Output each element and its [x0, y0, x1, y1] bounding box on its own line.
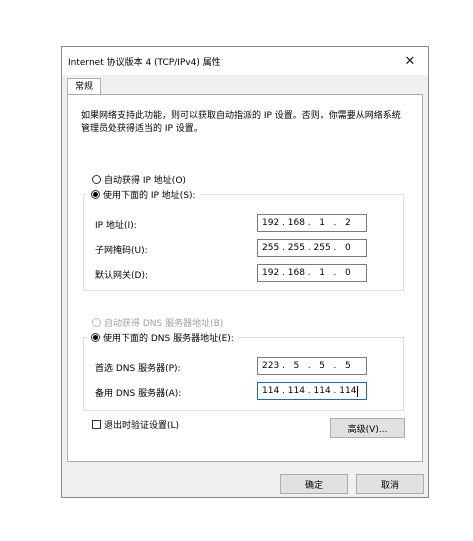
ip-address-value: 192 . 168 . 1 . 2 [262, 218, 351, 228]
radio-manual-ip[interactable]: 使用下面的 IP 地址(S): [87, 188, 200, 201]
preferred-dns-input[interactable]: 223 . 5 . 5 . 5 [257, 357, 367, 375]
close-icon[interactable]: ✕ [392, 47, 428, 75]
validate-on-exit-checkbox[interactable] [92, 420, 101, 429]
radio-auto-dns-button [92, 318, 101, 327]
tab-general[interactable]: 常规 [67, 78, 102, 95]
cancel-button[interactable]: 取消 [356, 474, 424, 494]
subnet-mask-label: 子网掩码(U): [95, 246, 148, 256]
default-gateway-value: 192 . 168 . 1 . 0 [262, 268, 351, 278]
default-gateway-input[interactable]: 192 . 168 . 1 . 0 [257, 264, 367, 282]
text-caret [357, 385, 359, 397]
preferred-dns-label: 首选 DNS 服务器(P): [95, 364, 181, 374]
radio-manual-dns-button[interactable] [91, 333, 100, 342]
title-bar: Internet 协议版本 4 (TCP/IPv4) 属性 ✕ [62, 47, 428, 75]
advanced-button[interactable]: 高级(V)... [330, 418, 405, 438]
radio-auto-ip-label: 自动获得 IP 地址(O) [104, 176, 186, 186]
radio-auto-dns: 自动获得 DNS 服务器地址(B) [92, 316, 223, 329]
alternate-dns-input[interactable]: 114 . 114 . 114 . 114 [257, 382, 367, 400]
radio-manual-dns[interactable]: 使用下面的 DNS 服务器地址(E): [87, 331, 238, 344]
description-text: 如果网络支持此功能，则可以获取自动指派的 IP 设置。否则，你需要从网络系统管理… [81, 111, 401, 134]
alternate-dns-value: 114 . 114 . 114 . 114 [262, 386, 357, 396]
ip-address-input[interactable]: 192 . 168 . 1 . 2 [257, 214, 367, 232]
radio-manual-dns-label: 使用下面的 DNS 服务器地址(E): [103, 334, 234, 344]
ip-address-label: IP 地址(I): [95, 221, 137, 231]
radio-auto-ip-button[interactable] [92, 175, 101, 184]
tab-strip: 常规 [62, 75, 428, 95]
subnet-mask-input[interactable]: 255 . 255 . 255 . 0 [257, 239, 367, 257]
alternate-dns-label: 备用 DNS 服务器(A): [95, 389, 182, 399]
subnet-mask-value: 255 . 255 . 255 . 0 [262, 243, 351, 253]
general-panel: 如果网络支持此功能，则可以获取自动指派的 IP 设置。否则，你需要从网络系统管理… [67, 94, 423, 462]
radio-auto-dns-label: 自动获得 DNS 服务器地址(B) [104, 319, 224, 329]
radio-manual-ip-button[interactable] [91, 190, 100, 199]
radio-manual-ip-label: 使用下面的 IP 地址(S): [103, 191, 196, 201]
validate-on-exit-label: 退出时验证设置(L) [104, 421, 180, 431]
validate-on-exit[interactable]: 退出时验证设置(L) [92, 418, 179, 431]
ok-button[interactable]: 确定 [280, 474, 348, 494]
default-gateway-label: 默认网关(D): [95, 271, 148, 281]
window-title: Internet 协议版本 4 (TCP/IPv4) 属性 [68, 58, 221, 68]
tcpipv4-properties-dialog: Internet 协议版本 4 (TCP/IPv4) 属性 ✕ 常规 如果网络支… [61, 46, 429, 498]
preferred-dns-value: 223 . 5 . 5 . 5 [262, 361, 351, 371]
radio-auto-ip[interactable]: 自动获得 IP 地址(O) [92, 173, 186, 186]
